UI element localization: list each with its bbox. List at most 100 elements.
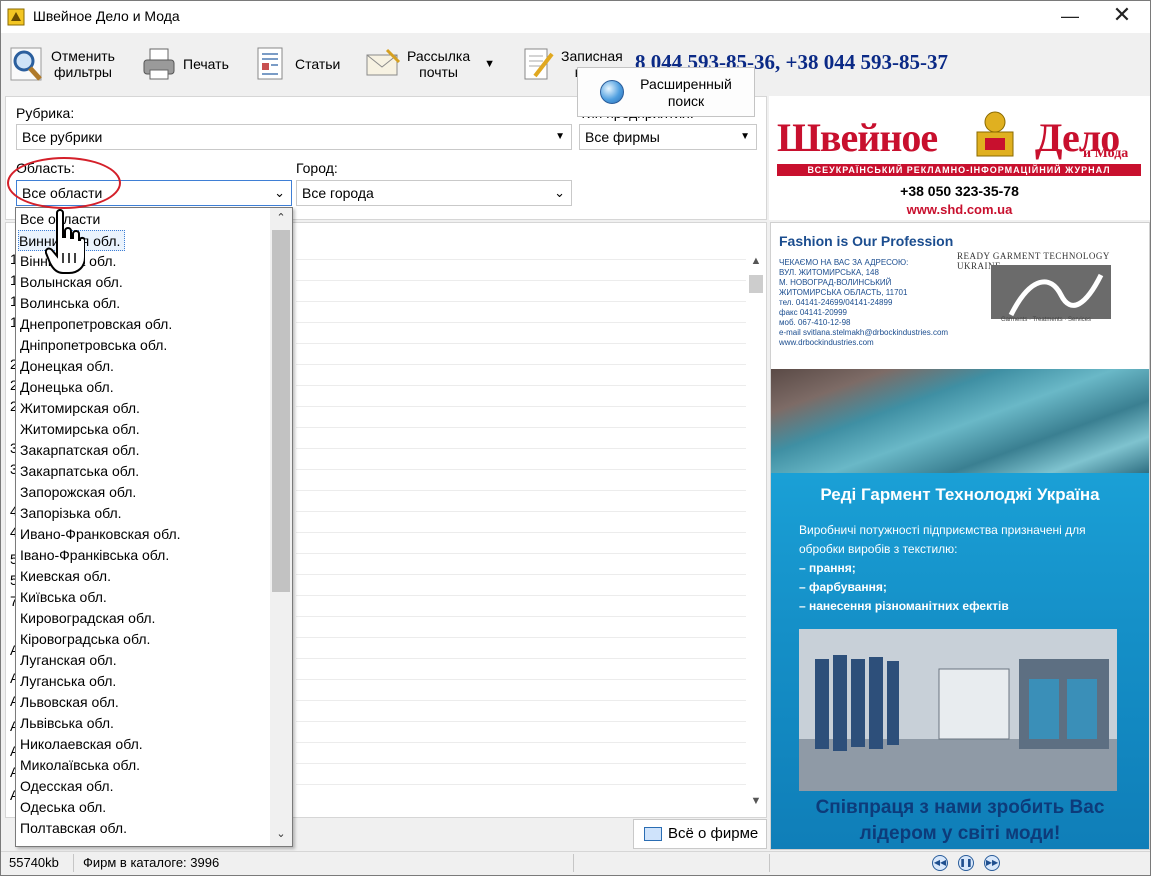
dropdown-option[interactable]: Николаевская обл.	[20, 734, 143, 755]
list-scroll-thumb[interactable]	[749, 275, 763, 293]
grid-line	[296, 448, 746, 449]
ad-contact-block: ЧЕКАЄМО НА ВАС ЗА АДРЕСОЮ: ВУЛ. ЖИТОМИРС…	[779, 258, 948, 348]
ad-contact-line: www.drbockindustries.com	[779, 338, 874, 347]
highlight-ellipse	[7, 157, 121, 209]
grid-line	[296, 574, 746, 575]
ad-pause-icon[interactable]: ❚❚	[958, 855, 974, 871]
grid-line	[296, 343, 746, 344]
dropdown-option[interactable]: Полтавская обл.	[20, 818, 127, 839]
dropdown-scroll-up-icon[interactable]: ⌃	[270, 208, 292, 228]
banner-subtitle: ВСЕУКРАЇНСЬКИЙ РЕКЛАМНО-ІНФОРМАЦІЙНИЙ ЖУ…	[777, 164, 1141, 176]
print-button[interactable]: Печать	[141, 41, 229, 87]
city-select[interactable]: Все города ⌄	[296, 180, 572, 206]
company-type-select[interactable]: Все фирмы ▼	[579, 124, 757, 150]
app-logo-icon	[7, 8, 25, 26]
magnifier-icon	[10, 47, 42, 81]
dropdown-option[interactable]: Київська обл.	[20, 587, 107, 608]
advanced-search-button[interactable]: Расширенный поиск	[577, 67, 755, 117]
ad-contact-line: факс 04141-20999	[779, 308, 847, 317]
minimize-button[interactable]: —	[1047, 1, 1093, 33]
ad-footer-line: лідером у світі моди!	[859, 823, 1061, 844]
all-about-firm-button[interactable]: Всё о фирме	[633, 819, 767, 849]
region-chevron-down-icon: ⌄	[274, 185, 285, 200]
scroll-up-icon[interactable]: ▲	[746, 251, 766, 271]
factory-illustration-icon	[799, 629, 1117, 791]
title-bar: Швейное Дело и Мода — ✕	[1, 1, 1150, 33]
ad-contact-line: ЖИТОМИРСЬКА ОБЛАСТЬ, 11701	[779, 288, 908, 297]
dropdown-option[interactable]: Киевская обл.	[20, 566, 111, 587]
grid-line	[296, 385, 746, 386]
list-scrollbar[interactable]: ▲ ▼	[746, 251, 766, 817]
rubric-dropdown-arrow-icon: ▼	[555, 131, 565, 142]
grid-line	[296, 532, 746, 533]
dropdown-scrollbar[interactable]: ⌃ ⌄	[270, 208, 292, 846]
scroll-down-icon[interactable]: ▼	[746, 791, 766, 811]
dropdown-option[interactable]: Волинська обл.	[20, 293, 120, 314]
grid-line	[296, 784, 746, 785]
grid-line	[296, 427, 746, 428]
dropdown-option[interactable]: Житомирская обл.	[20, 398, 140, 419]
envelope-icon	[366, 48, 401, 76]
city-value: Все города	[302, 185, 374, 201]
dropdown-option[interactable]: Одеська обл.	[20, 797, 106, 818]
dropdown-option[interactable]: Житомирська обл.	[20, 419, 140, 440]
mailing-dropdown-arrow-icon[interactable]: ▼	[484, 58, 495, 70]
ad-fashion-slogan: Fashion is Our Profession	[779, 233, 954, 249]
reset-filters-label-2: фильтры	[54, 64, 112, 80]
ad-contact-line: тел. 04141-24699/04141-24899	[779, 298, 893, 307]
banner-title-left: Швейное	[777, 115, 938, 160]
dropdown-option[interactable]: Донецька обл.	[20, 377, 114, 398]
dropdown-option[interactable]: Львівська обл.	[20, 713, 114, 734]
all-about-firm-label: Всё о фирме	[668, 825, 759, 842]
dropdown-option[interactable]: Закарпатская обл.	[20, 440, 140, 461]
ad-text: Виробничі потужності підприємства призна…	[799, 521, 1086, 616]
grid-line	[296, 490, 746, 491]
dropdown-option[interactable]: Донецкая обл.	[20, 356, 114, 377]
articles-icon	[257, 47, 283, 80]
close-button[interactable]: ✕	[1099, 1, 1145, 33]
status-separator	[573, 854, 574, 872]
grid-line	[296, 658, 746, 659]
dropdown-option[interactable]: Івано-Франківська обл.	[20, 545, 169, 566]
ad-contact-line: ЧЕКАЄМО НА ВАС ЗА АДРЕСОЮ:	[779, 258, 909, 267]
dropdown-option[interactable]: Кировоградская обл.	[20, 608, 155, 629]
dropdown-option[interactable]: Запорізька обл.	[20, 503, 122, 524]
dropdown-option[interactable]: Дніпропетровська обл.	[20, 335, 167, 356]
ad-bullet: – прання;	[799, 561, 856, 575]
ad-next-icon[interactable]: ▶▶	[984, 855, 1000, 871]
status-size: 55740kb	[9, 855, 59, 870]
ad-prev-icon[interactable]: ◀◀	[932, 855, 948, 871]
ad-contact-line: e-mail svitlana.stelmakh@drbockindustrie…	[779, 328, 949, 337]
rubric-label: Рубрика:	[16, 105, 75, 121]
articles-button[interactable]: Статьи	[253, 41, 340, 87]
toolbar: Отменить фильтры Печать Статьи Рассылка …	[1, 33, 1150, 95]
grid-line	[296, 763, 746, 764]
region-dropdown-list[interactable]: Все области Винницкая обл. Вінницька обл…	[15, 207, 293, 847]
printer-icon	[143, 48, 175, 80]
ad-footer-line: Співпраця з нами зробить Вас	[815, 797, 1105, 818]
status-bar: 55740kb Фирм в каталоге: 3996 ◀◀ ❚❚ ▶▶	[1, 851, 1150, 875]
company-type-value: Все фирмы	[585, 129, 660, 145]
dropdown-scroll-down-icon[interactable]: ⌄	[270, 824, 292, 844]
dropdown-option[interactable]: Днепропетровская обл.	[20, 314, 172, 335]
dropdown-option[interactable]: Луганская обл.	[20, 650, 117, 671]
dropdown-option[interactable]: Закарпатська обл.	[20, 461, 139, 482]
rubric-select[interactable]: Все рубрики ▼	[16, 124, 572, 150]
dropdown-scroll-thumb[interactable]	[272, 230, 290, 592]
ad-logo-caption: Garments · Treatments · Services	[1001, 317, 1092, 323]
dropdown-option[interactable]: Луганська обл.	[20, 671, 116, 692]
dropdown-option[interactable]: Кіровоградська обл.	[20, 629, 150, 650]
app-window: Швейное Дело и Мода — ✕ Отменить фильтры …	[0, 0, 1151, 876]
dropdown-option[interactable]: Запорожская обл.	[20, 482, 136, 503]
mailing-button[interactable]: Рассылка почты ▼	[365, 41, 495, 87]
dropdown-option[interactable]: Ивано-Франковская обл.	[20, 524, 181, 545]
dropdown-option[interactable]: Одесская обл.	[20, 776, 113, 797]
advertisement[interactable]: Fashion is Our Profession READY GARMENT …	[770, 222, 1150, 850]
dropdown-option[interactable]: Миколаївська обл.	[20, 755, 140, 776]
banner-url[interactable]: www.shd.com.ua	[769, 202, 1150, 217]
dropdown-option[interactable]: Львовская обл.	[20, 692, 119, 713]
globe-icon	[600, 80, 624, 104]
magazine-banner[interactable]: Швейное Дело и Мода ВСЕУКРАЇНСЬКИЙ РЕКЛА…	[769, 96, 1150, 220]
print-label: Печать	[183, 56, 229, 72]
reset-filters-button[interactable]: Отменить фильтры	[9, 41, 115, 87]
